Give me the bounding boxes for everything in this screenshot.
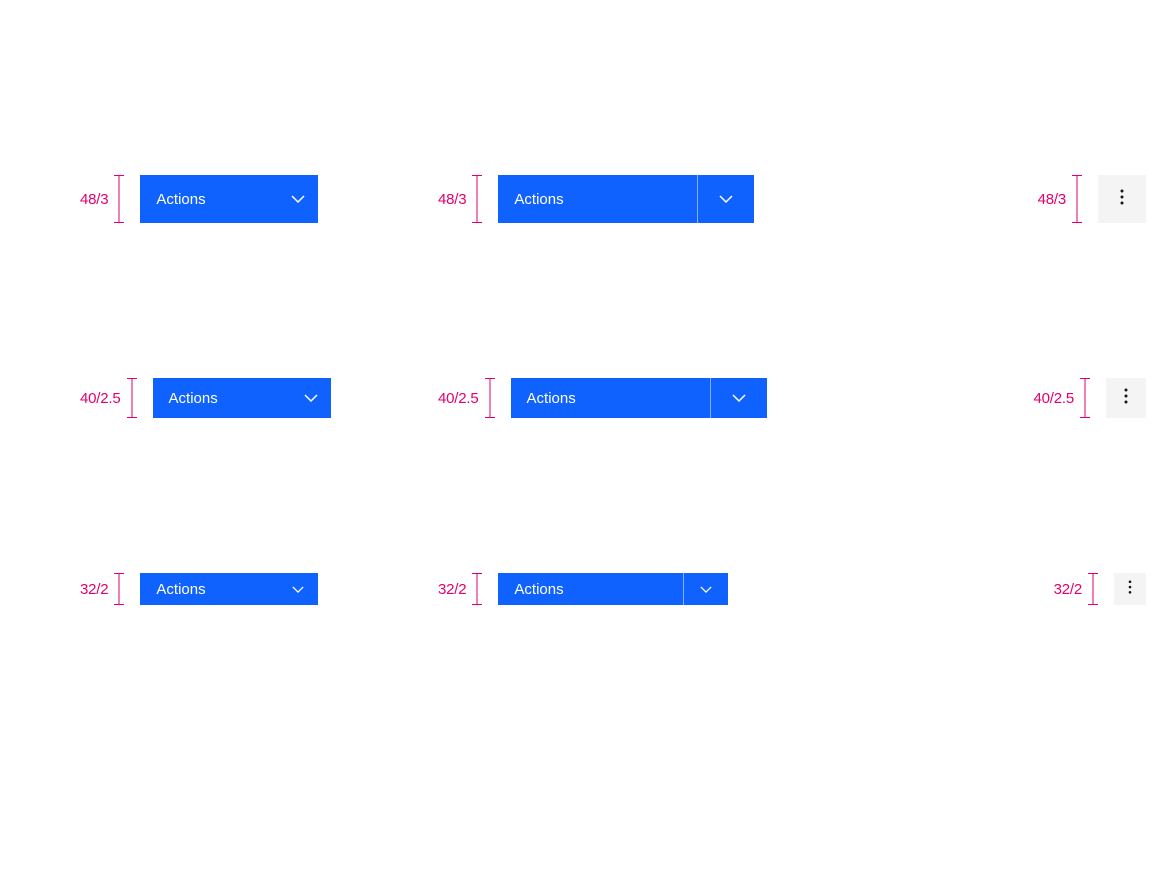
- height-bracket: [127, 378, 137, 418]
- menu-button-label: Actions: [169, 390, 291, 407]
- split-button-toggle[interactable]: [698, 175, 754, 223]
- menu-button-cell-40: 40/2.5 Actions: [80, 378, 390, 418]
- component-size-grid: 48/3 Actions 48/3 Actions 48/3: [80, 175, 1146, 605]
- split-button: Actions: [498, 573, 728, 605]
- menu-button-label: Actions: [156, 191, 278, 208]
- split-button-main[interactable]: Actions: [511, 378, 711, 418]
- split-button-main[interactable]: Actions: [498, 573, 684, 605]
- overflow-button-cell-40: 40/2.5: [856, 378, 1146, 418]
- dimension-label: 48/3: [438, 191, 466, 208]
- overflow-button-cell-32: 32/2: [856, 573, 1146, 605]
- split-button: Actions: [498, 175, 754, 223]
- split-button-toggle[interactable]: [711, 378, 767, 418]
- chevron-down-icon: [278, 195, 318, 203]
- split-button-main[interactable]: Actions: [498, 175, 698, 223]
- overflow-menu-vertical-icon: [1120, 189, 1124, 210]
- height-bracket: [1080, 378, 1090, 418]
- menu-button[interactable]: Actions: [140, 573, 318, 605]
- menu-button[interactable]: Actions: [140, 175, 318, 223]
- menu-button-cell-48: 48/3 Actions: [80, 175, 390, 223]
- dimension-label: 48/3: [1038, 191, 1066, 208]
- overflow-menu-vertical-icon: [1128, 580, 1132, 599]
- height-bracket: [485, 378, 495, 418]
- split-button-label: Actions: [514, 191, 563, 208]
- menu-button-label: Actions: [156, 581, 278, 598]
- dimension-label: 32/2: [438, 581, 466, 598]
- split-button-label: Actions: [514, 581, 563, 598]
- menu-button[interactable]: Actions: [153, 378, 331, 418]
- dimension-label: 48/3: [80, 191, 108, 208]
- chevron-down-icon: [291, 394, 331, 402]
- split-button-cell-40: 40/2.5 Actions: [438, 378, 808, 418]
- dimension-label: 32/2: [80, 581, 108, 598]
- overflow-menu-button[interactable]: [1114, 573, 1146, 605]
- dimension-label: 40/2.5: [438, 390, 479, 407]
- split-button-toggle[interactable]: [684, 573, 728, 605]
- split-button: Actions: [511, 378, 767, 418]
- overflow-menu-vertical-icon: [1124, 388, 1128, 409]
- chevron-down-icon: [278, 586, 318, 593]
- split-button-label: Actions: [527, 390, 576, 407]
- menu-button-cell-32: 32/2 Actions: [80, 573, 390, 605]
- dimension-label: 32/2: [1054, 581, 1082, 598]
- height-bracket: [114, 175, 124, 223]
- overflow-menu-button[interactable]: [1098, 175, 1146, 223]
- height-bracket: [1072, 175, 1082, 223]
- dimension-label: 40/2.5: [80, 390, 121, 407]
- chevron-down-icon: [719, 190, 733, 208]
- height-bracket: [1088, 573, 1098, 605]
- overflow-menu-button[interactable]: [1106, 378, 1146, 418]
- chevron-down-icon: [732, 389, 746, 407]
- height-bracket: [472, 175, 482, 223]
- overflow-button-cell-48: 48/3: [856, 175, 1146, 223]
- split-button-cell-48: 48/3 Actions: [438, 175, 808, 223]
- dimension-label: 40/2.5: [1033, 390, 1074, 407]
- height-bracket: [114, 573, 124, 605]
- height-bracket: [472, 573, 482, 605]
- split-button-cell-32: 32/2 Actions: [438, 573, 808, 605]
- chevron-down-icon: [700, 580, 712, 598]
